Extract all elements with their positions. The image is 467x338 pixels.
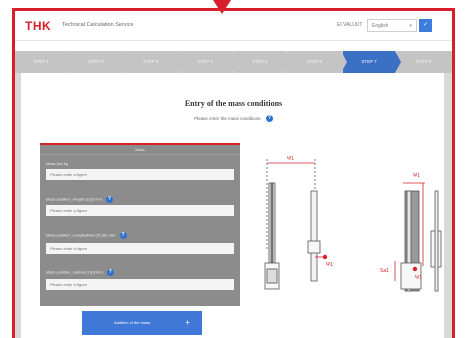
lateral-label: Mass position_Lateral (Y)(l) mm ? — [46, 269, 114, 276]
mass-input-panel: Mass Mass (m) kg Mass position_Height (Z… — [40, 143, 240, 306]
step-1[interactable]: STEP 1 — [15, 51, 74, 73]
language-apply-button[interactable]: ✓ — [419, 19, 432, 32]
height-dimension-label: Ψ1 — [413, 173, 420, 179]
mass-input[interactable] — [46, 169, 234, 180]
lateral-label-text: Mass position_Lateral (Y)(l) mm — [46, 269, 103, 275]
page-title: Entry of the mass conditions — [184, 99, 283, 108]
page-subtitle: Please enter the mass conditions. ? — [15, 115, 452, 122]
side-offset-label: Sa1 — [380, 268, 389, 274]
mass-position-diagram: Ψ1 Ψ1 Ψ1 Ψ1 Sa1 — [264, 156, 442, 292]
step-4[interactable]: STEP 4 — [178, 51, 238, 73]
step-7[interactable]: STEP 7 — [342, 51, 401, 73]
step-3[interactable]: STEP 3 — [124, 51, 183, 73]
language-select[interactable]: English ▾ — [367, 19, 417, 32]
screenshot-frame: THK Technical Calculation Service EI VAL… — [12, 8, 455, 338]
mass-point-label-left: Ψ1 — [326, 262, 333, 268]
right-gutter — [444, 73, 452, 338]
top-bar: THK Technical Calculation Service EI VAL… — [15, 11, 452, 41]
mass-label-text: Mass (m) kg — [46, 161, 68, 166]
mass-point-marker-side — [412, 266, 418, 272]
height-label: Mass position_Height (Z)(l) mm ? — [46, 196, 113, 203]
height-input[interactable] — [46, 205, 234, 216]
longitudinal-label-text: Mass position_Longitudinal (X) (lb) mm — [46, 232, 116, 238]
longitudinal-input[interactable] — [46, 243, 234, 254]
mass-point-label-right: Ψ1 — [415, 275, 422, 281]
info-icon[interactable]: ? — [265, 115, 273, 122]
height-label-text: Mass position_Height (Z)(l) mm — [46, 196, 102, 202]
subtitle-text: Please enter the mass conditions. — [194, 116, 262, 121]
lateral-input[interactable] — [46, 279, 234, 290]
chevron-down-icon: ▾ — [409, 23, 412, 29]
plus-icon: + — [185, 318, 190, 327]
mass-label: Mass (m) kg — [46, 161, 68, 166]
info-icon[interactable]: ? — [119, 232, 127, 239]
step-2[interactable]: STEP 2 — [69, 51, 128, 73]
user-link[interactable]: EI VALUUT — [337, 22, 362, 28]
add-mass-label: Addition of the mass — [114, 320, 151, 325]
step-5[interactable]: STEP 5 — [233, 51, 292, 73]
step-8[interactable]: STEP 8 — [397, 51, 452, 73]
info-icon[interactable]: ? — [106, 269, 114, 276]
longitudinal-label: Mass position_Longitudinal (X) (lb) mm ? — [46, 232, 127, 239]
service-title: Technical Calculation Service — [62, 22, 134, 28]
add-mass-button[interactable]: Addition of the mass + — [82, 311, 202, 335]
left-gutter — [15, 73, 21, 338]
language-value: English — [372, 23, 389, 29]
panel-title: Mass — [40, 145, 240, 155]
step-6[interactable]: STEP 6 — [288, 51, 347, 73]
info-icon[interactable]: ? — [105, 196, 113, 203]
front-view-drawing — [264, 159, 328, 290]
thk-logo: THK — [25, 19, 52, 33]
width-dimension-label: Ψ1 — [287, 156, 294, 162]
step-progress-bar: STEP 1 STEP 2 STEP 3 STEP 4 STEP 5 STEP 6 STEP… — [15, 51, 452, 73]
callout-pointer — [213, 0, 231, 14]
